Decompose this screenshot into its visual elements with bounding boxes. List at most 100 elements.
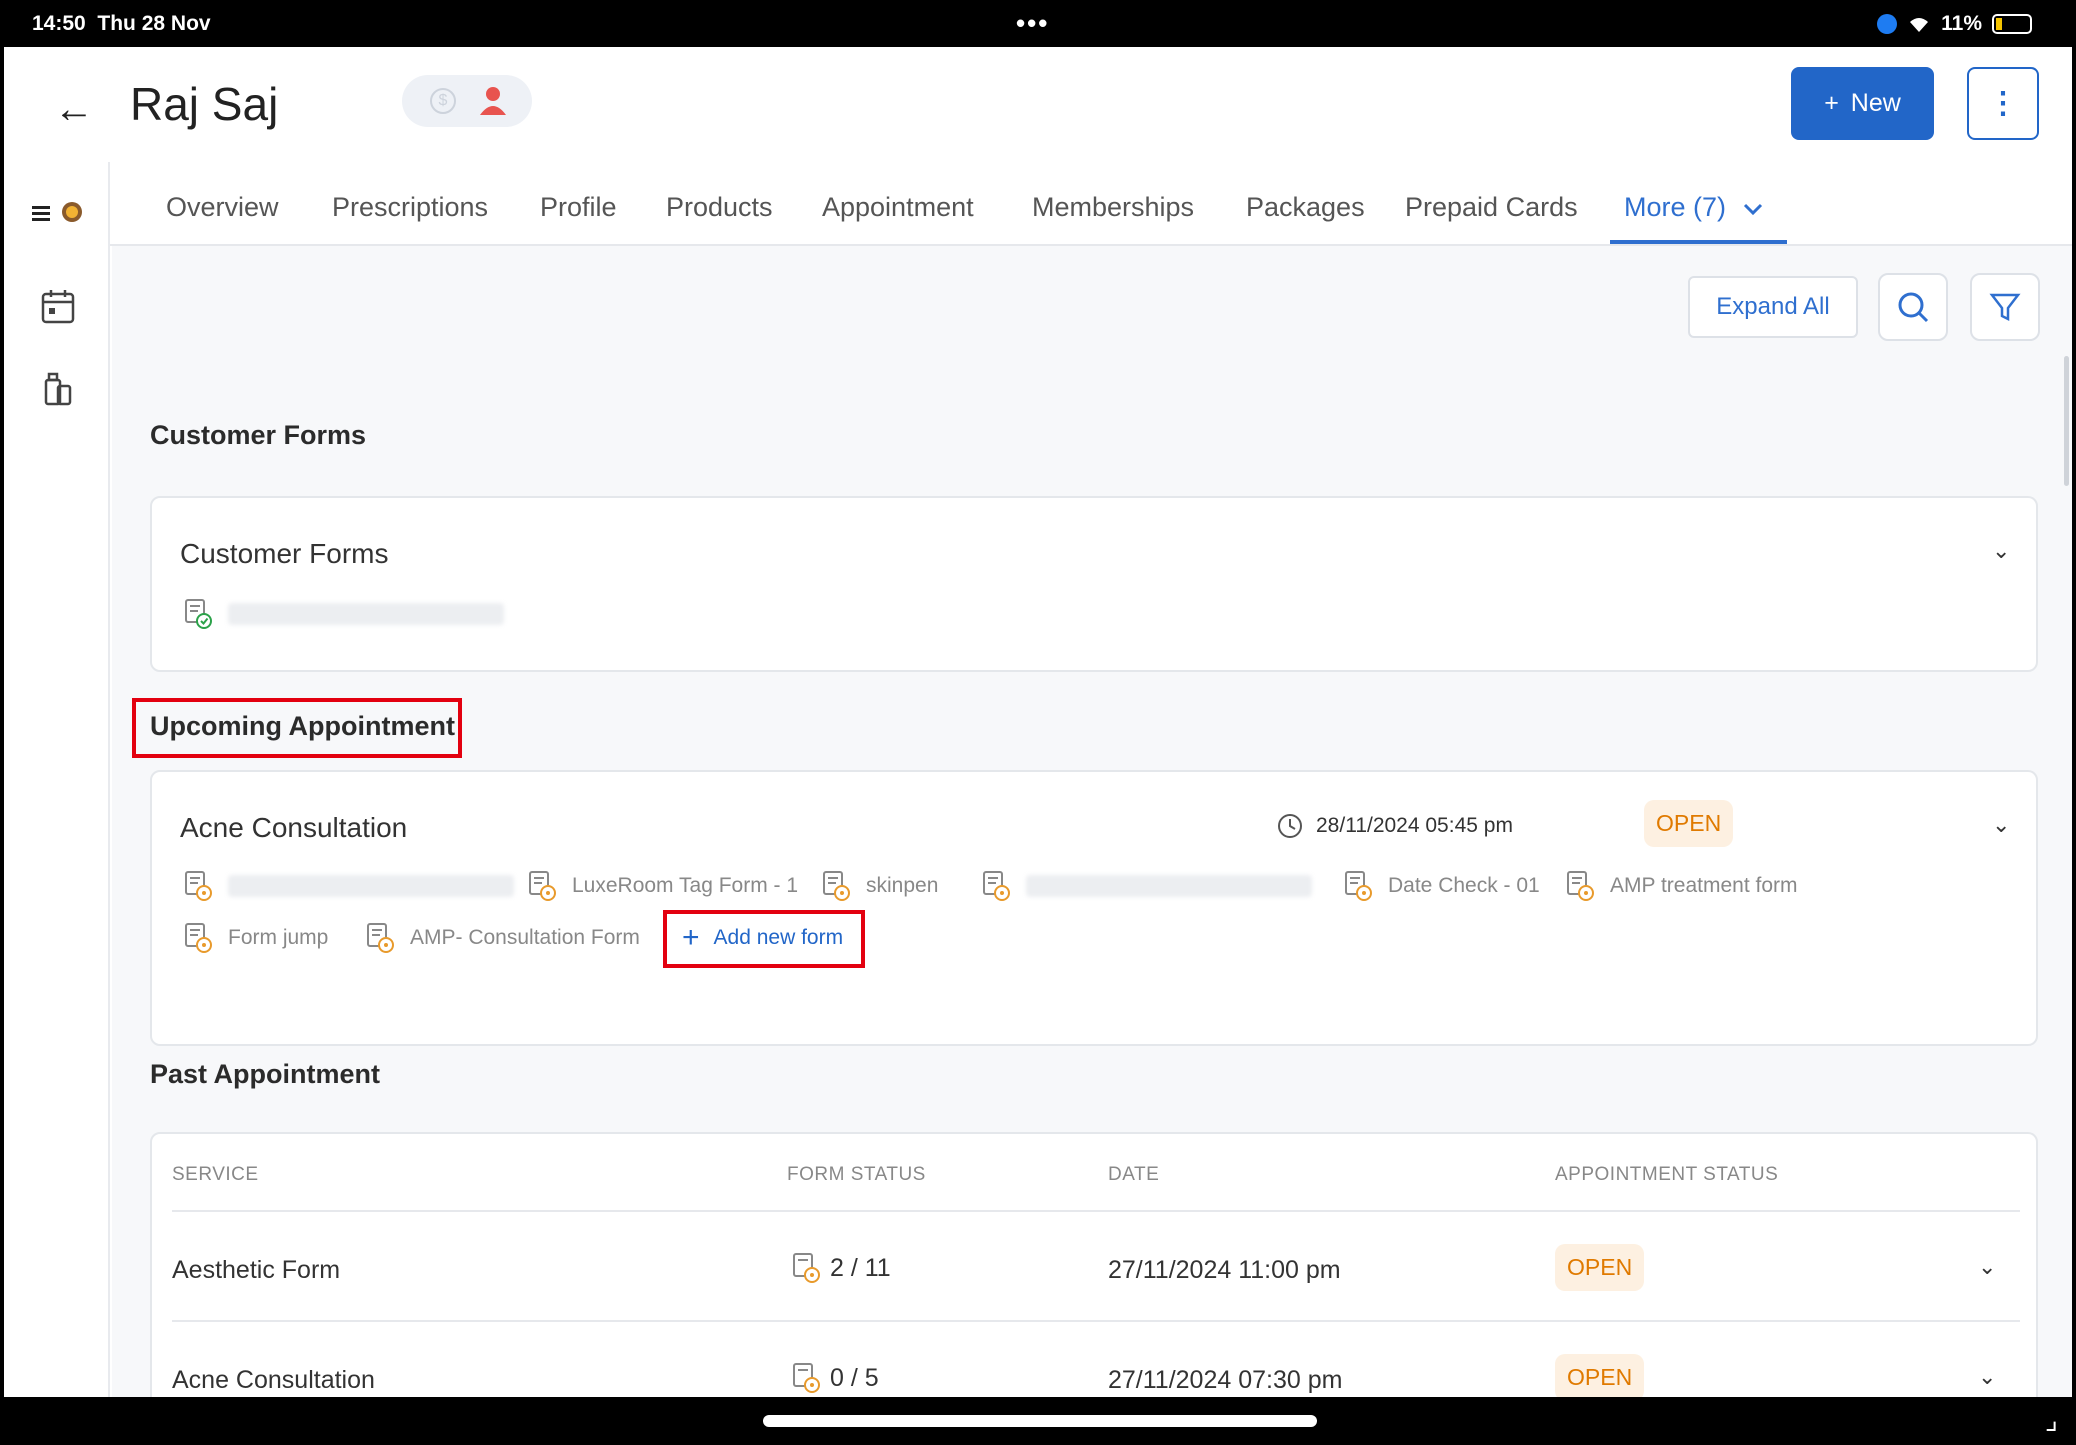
more-options-button[interactable]: ⋮ [1967,67,2039,140]
row-form-status[interactable]: 0 / 5 [792,1362,879,1394]
tab-prepaid-cards[interactable]: Prepaid Cards [1405,192,1578,223]
redacted-form-name [1026,875,1312,897]
date: Thu 28 Nov [97,12,211,35]
calendar-icon[interactable] [38,286,78,326]
home-indicator[interactable] [763,1415,1317,1427]
tab-prescriptions[interactable]: Prescriptions [332,192,488,223]
tab-more-label: More (7) [1624,192,1727,222]
form-pending-icon [185,871,212,901]
column-header-service: SERVICE [172,1164,259,1185]
tab-more[interactable]: More (7) [1624,192,1764,223]
form-name: Form jump [228,926,329,949]
form-item[interactable]: skinpen [822,870,938,902]
form-name: LuxeRoom Tag Form - 1 [572,874,799,897]
form-item[interactable]: AMP treatment form [1566,870,1798,902]
customer-forms-card: Customer Forms ⌄ [150,496,2038,672]
form-pending-icon [1567,871,1594,901]
form-name: AMP treatment form [1610,874,1798,897]
column-header-appointment-status: APPOINTMENT STATUS [1555,1164,1779,1185]
new-button-label: New [1850,89,1901,117]
column-header-form-status: FORM STATUS [787,1164,926,1185]
status-badge: OPEN [1644,800,1734,847]
highlight-box [132,698,462,758]
kebab-icon: ⋮ [1988,87,2018,120]
form-completed-icon [185,599,212,629]
status-badge: OPEN [1555,1354,1645,1397]
row-service: Aesthetic Form [172,1256,341,1284]
expand-all-button[interactable]: Expand All [1688,276,1858,338]
form-item[interactable]: LuxeRoom Tag Form - 1 [528,870,798,902]
form-item[interactable] [184,870,514,902]
dollar-icon: $ [430,88,456,114]
active-tab-indicator [1610,240,1787,244]
home-indicator-bar: ⌟ [4,1397,2072,1445]
highlight-box [663,910,865,968]
column-header-date: DATE [1108,1164,1160,1185]
person-icon [480,87,506,115]
tab-overview[interactable]: Overview [166,192,279,223]
customer-badges[interactable]: $ [402,75,532,127]
form-pending-icon [1345,871,1372,901]
battery-icon [1992,14,2032,34]
customer-forms-heading: Customer Forms [150,420,367,450]
past-appointment-heading: Past Appointment [150,1059,381,1089]
chevron-down-icon[interactable]: ⌄ [1992,538,2010,564]
tab-packages[interactable]: Packages [1246,192,1365,223]
chevron-down-icon[interactable]: ⌄ [1992,812,2010,838]
back-arrow-icon[interactable]: ← [54,87,94,132]
tab-products[interactable]: Products [666,192,773,223]
tab-appointment[interactable]: Appointment [822,192,974,223]
chevron-down-icon[interactable]: ⌄ [1978,1364,1996,1390]
clock-icon [1278,814,1302,838]
past-appointment-table: SERVICE FORM STATUS DATE APPOINTMENT STA… [150,1132,2038,1397]
row-form-status[interactable]: 2 / 11 [792,1252,891,1284]
sidebar [4,162,110,1397]
status-bar: 14:50 Thu 28 Nov ••• 11% [4,0,2072,47]
form-item[interactable] [184,598,504,630]
plus-icon: + [1824,89,1839,117]
products-icon[interactable] [38,370,78,410]
form-item[interactable] [982,870,1312,902]
appointment-datetime-text: 28/11/2024 05:45 pm [1316,814,1513,837]
form-pending-icon [185,923,212,953]
row-date: 27/11/2024 11:00 pm [1108,1256,1341,1284]
tab-memberships[interactable]: Memberships [1032,192,1194,223]
row-service: Acne Consultation [172,1366,375,1394]
form-item[interactable]: Form jump [184,922,328,954]
upcoming-service: Acne Consultation [180,812,408,843]
page-title: Raj Saj [130,78,279,130]
filter-icon [1989,293,2021,322]
upcoming-appointment-card: Acne Consultation 28/11/2024 05:45 pm OP… [150,770,2038,1046]
form-pending-icon [793,1363,820,1393]
menu-logo-icon[interactable] [30,192,90,232]
location-icon [1877,14,1898,34]
status-badge: OPEN [1555,1244,1645,1291]
wifi-icon [1910,18,1929,32]
search-button[interactable] [1878,273,1948,341]
clock: 14:50 [32,12,86,35]
form-name: AMP- Consultation Form [410,926,640,949]
corner-gesture-icon: ⌟ [2044,1404,2058,1435]
form-pending-icon [823,871,850,901]
form-pending-icon [529,871,556,901]
battery-percent: 11% [1941,12,1982,35]
new-button[interactable]: + New [1791,67,1934,140]
scrollbar[interactable] [2064,356,2069,486]
chevron-down-icon [1743,203,1762,216]
form-name: skinpen [866,874,939,897]
page-header: ← Raj Saj $ + New ⋮ [4,47,2072,162]
appointment-datetime: 28/11/2024 05:45 pm [1276,812,1513,840]
customer-forms-card-title: Customer Forms [180,538,389,569]
form-item[interactable]: AMP- Consultation Form [366,922,640,954]
status-right: 11% [1877,12,2032,36]
form-pending-icon [367,923,394,953]
form-item[interactable]: Date Check - 01 [1344,870,1540,902]
chevron-down-icon[interactable]: ⌄ [1978,1254,1996,1280]
form-name: Date Check - 01 [1388,874,1540,897]
form-pending-icon [983,871,1010,901]
form-status-count: 0 / 5 [830,1363,879,1392]
tab-profile[interactable]: Profile [540,192,617,223]
filter-button[interactable] [1970,273,2040,341]
form-pending-icon [793,1253,820,1283]
multitask-dots-icon[interactable]: ••• [1016,8,1049,39]
